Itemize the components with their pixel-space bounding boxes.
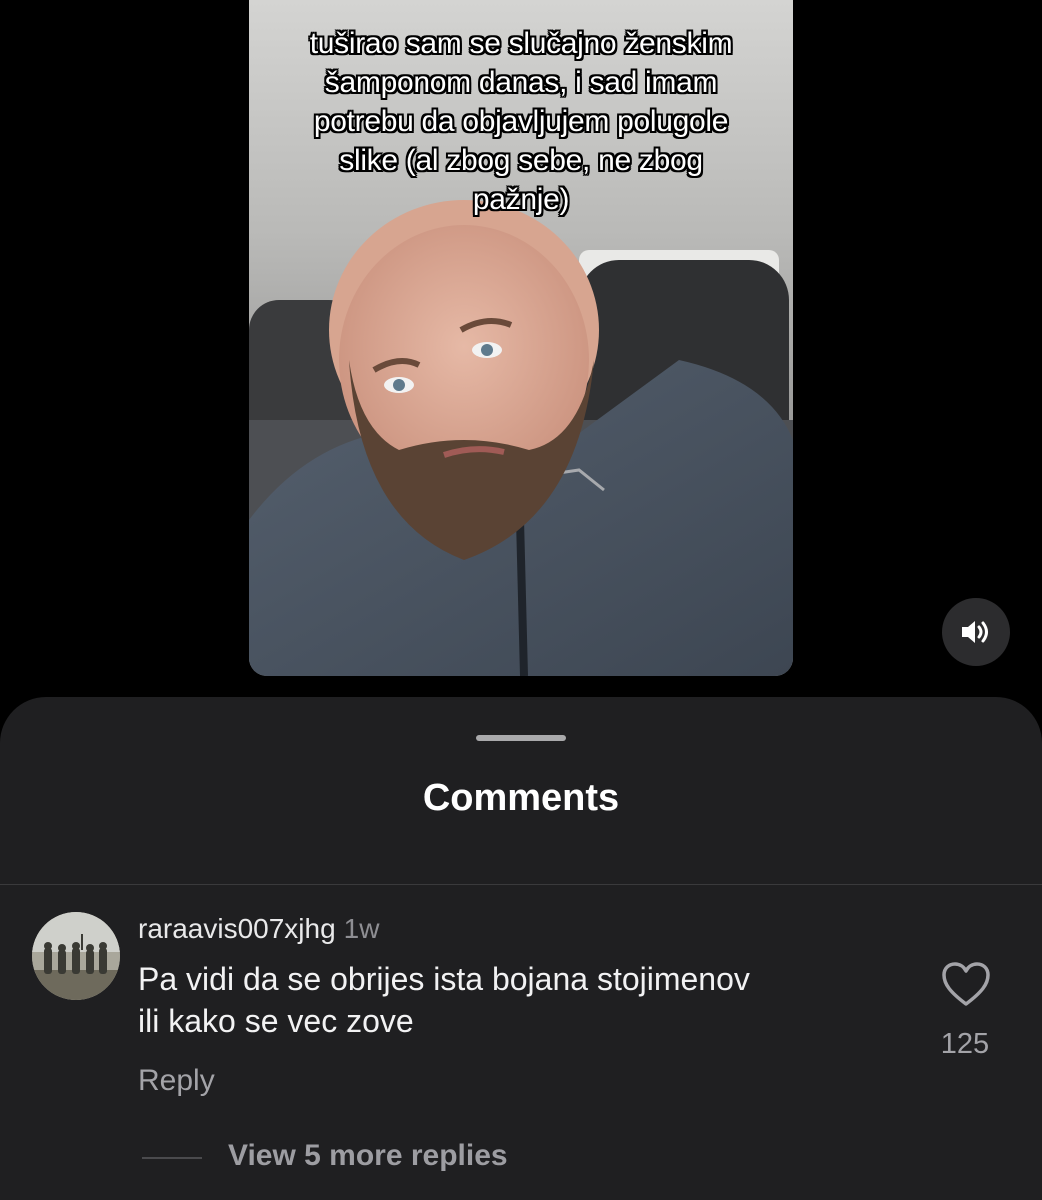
avatar-image [32, 912, 120, 1000]
heart-icon [942, 962, 990, 1006]
comments-sheet: Comments raraavis007xjhg 1w Pa vidi da s… [0, 697, 1042, 1200]
replies-divider-line [142, 1157, 202, 1159]
comment-text: Pa vidi da se obrijes ista bojana stojim… [138, 961, 750, 1039]
comment-username[interactable]: raraavis007xjhg [138, 913, 336, 944]
comment-header: raraavis007xjhg 1w [138, 913, 379, 945]
sheet-drag-handle[interactable] [476, 735, 566, 741]
comment-time: 1w [343, 913, 380, 944]
like-button[interactable] [940, 960, 992, 1008]
divider [0, 884, 1042, 885]
view-more-replies-button[interactable]: View 5 more replies [228, 1139, 508, 1173]
avatar[interactable] [32, 912, 120, 1000]
sound-toggle-button[interactable] [942, 598, 1010, 666]
speaker-volume-icon [962, 621, 988, 643]
reply-button[interactable]: Reply [138, 1064, 215, 1098]
comments-title: Comments [422, 777, 620, 819]
screen: tuširao sam se slučajno ženskim šamponom… [0, 0, 1042, 1200]
like-count: 125 [940, 1028, 990, 1060]
post-caption: tuširao sam se slučajno ženskim šamponom… [309, 27, 733, 216]
post-video[interactable]: tuširao sam se slučajno ženskim šamponom… [249, 0, 793, 676]
